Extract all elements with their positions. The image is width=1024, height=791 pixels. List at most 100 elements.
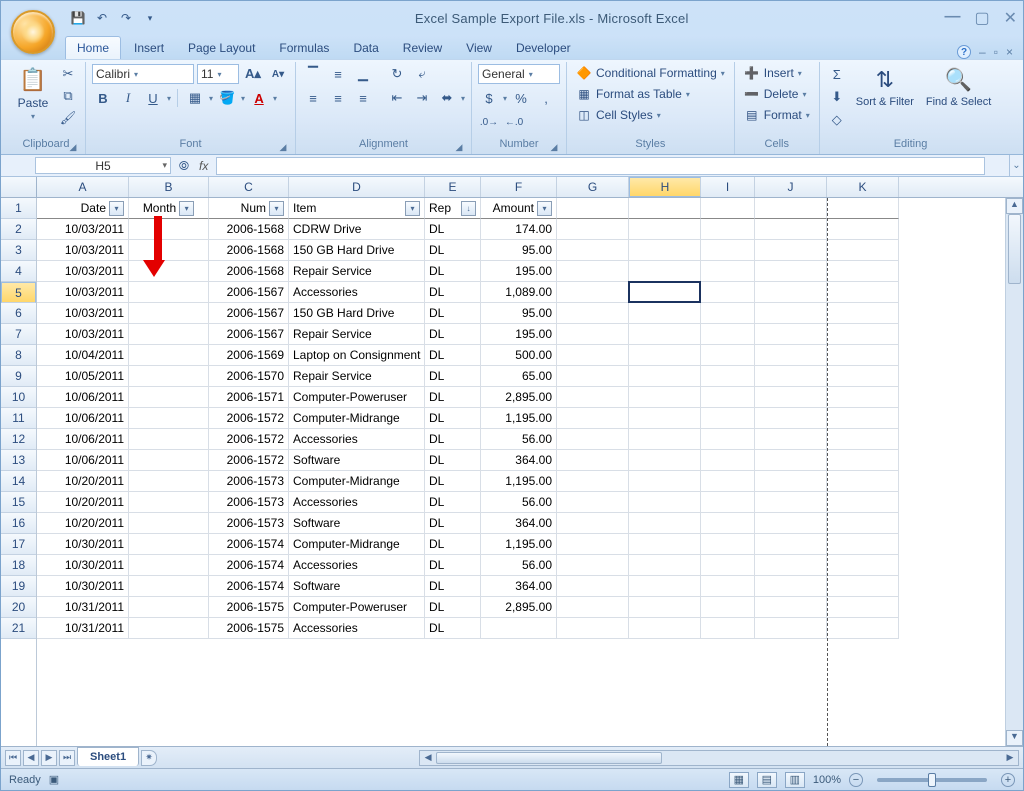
cell-I19[interactable]: [701, 576, 755, 597]
cell-D18[interactable]: Accessories: [289, 555, 425, 576]
cell-E19[interactable]: DL: [425, 576, 481, 597]
cell-A7[interactable]: 10/03/2011: [37, 324, 129, 345]
cell-J9[interactable]: [755, 366, 827, 387]
cell-C21[interactable]: 2006-1575: [209, 618, 289, 639]
increase-indent-icon[interactable]: ⇥: [411, 88, 433, 108]
cell-G15[interactable]: [557, 492, 629, 513]
first-sheet-icon[interactable]: ⏮: [5, 750, 21, 766]
cell-H21[interactable]: [629, 618, 701, 639]
row-header-21[interactable]: 21: [1, 618, 36, 639]
cell-D19[interactable]: Software: [289, 576, 425, 597]
cell-G21[interactable]: [557, 618, 629, 639]
cell-C3[interactable]: 2006-1568: [209, 240, 289, 261]
macro-record-icon[interactable]: ▣: [49, 773, 59, 786]
row-header-12[interactable]: 12: [1, 429, 36, 450]
cell-area[interactable]: Date▾Month▾Num▾Item▾Rep↓Amount▾10/03/201…: [37, 198, 1023, 746]
cell-J6[interactable]: [755, 303, 827, 324]
clear-icon[interactable]: ◇: [826, 110, 848, 130]
cell-H19[interactable]: [629, 576, 701, 597]
cell-J10[interactable]: [755, 387, 827, 408]
cell-I5[interactable]: [701, 282, 755, 303]
tab-view[interactable]: View: [455, 37, 503, 59]
column-headers[interactable]: ABCDEFGHIJK: [37, 177, 1023, 198]
cell-C10[interactable]: 2006-1571: [209, 387, 289, 408]
cell-D10[interactable]: Computer-Poweruser: [289, 387, 425, 408]
cell-D1[interactable]: Item▾: [289, 198, 425, 219]
close-button[interactable]: ✕: [1004, 8, 1017, 28]
cell-A19[interactable]: 10/30/2011: [37, 576, 129, 597]
copy-icon[interactable]: ⧉: [57, 86, 79, 106]
cell-E5[interactable]: DL: [425, 282, 481, 303]
cell-B8[interactable]: [129, 345, 209, 366]
cell-G8[interactable]: [557, 345, 629, 366]
cell-E2[interactable]: DL: [425, 219, 481, 240]
cell-K1[interactable]: [827, 198, 899, 219]
cell-D6[interactable]: 150 GB Hard Drive: [289, 303, 425, 324]
minimize-button[interactable]: —: [944, 8, 960, 28]
row-header-15[interactable]: 15: [1, 492, 36, 513]
layout-view-icon[interactable]: ▤: [757, 772, 777, 788]
row-header-19[interactable]: 19: [1, 576, 36, 597]
cell-F9[interactable]: 65.00: [481, 366, 557, 387]
row-header-1[interactable]: 1: [1, 198, 36, 219]
cell-I17[interactable]: [701, 534, 755, 555]
cell-J14[interactable]: [755, 471, 827, 492]
cell-A4[interactable]: 10/03/2011: [37, 261, 129, 282]
cell-C2[interactable]: 2006-1568: [209, 219, 289, 240]
cell-J16[interactable]: [755, 513, 827, 534]
cell-H5[interactable]: [629, 282, 701, 303]
fill-icon[interactable]: ⬇: [826, 87, 848, 107]
row-headers[interactable]: 123456789101112131415161718192021: [1, 198, 37, 746]
increase-decimal-icon[interactable]: .0→: [478, 112, 500, 132]
workbook-close-button[interactable]: ×: [1006, 45, 1013, 59]
tab-home[interactable]: Home: [65, 36, 121, 59]
cell-G3[interactable]: [557, 240, 629, 261]
cell-I12[interactable]: [701, 429, 755, 450]
cell-F11[interactable]: 1,195.00: [481, 408, 557, 429]
cell-J3[interactable]: [755, 240, 827, 261]
number-format-select[interactable]: General▾: [478, 64, 560, 84]
col-header-E[interactable]: E: [425, 177, 481, 197]
cell-F5[interactable]: 1,089.00: [481, 282, 557, 303]
cell-styles-button[interactable]: ◫Cell Styles▾: [573, 106, 664, 124]
col-header-A[interactable]: A: [37, 177, 129, 197]
cell-H17[interactable]: [629, 534, 701, 555]
cell-J19[interactable]: [755, 576, 827, 597]
cell-H10[interactable]: [629, 387, 701, 408]
decrease-indent-icon[interactable]: ⇤: [386, 88, 408, 108]
row-header-9[interactable]: 9: [1, 366, 36, 387]
cell-C12[interactable]: 2006-1572: [209, 429, 289, 450]
cell-D12[interactable]: Accessories: [289, 429, 425, 450]
filter-button-F[interactable]: ▾: [537, 201, 552, 216]
cell-A20[interactable]: 10/31/2011: [37, 597, 129, 618]
cell-I14[interactable]: [701, 471, 755, 492]
cell-C20[interactable]: 2006-1575: [209, 597, 289, 618]
cut-icon[interactable]: ✂: [57, 64, 79, 84]
align-middle-icon[interactable]: ≡: [327, 64, 349, 84]
cell-K5[interactable]: [827, 282, 899, 303]
col-header-I[interactable]: I: [701, 177, 755, 197]
cell-K21[interactable]: [827, 618, 899, 639]
cell-H2[interactable]: [629, 219, 701, 240]
cell-I6[interactable]: [701, 303, 755, 324]
cell-J18[interactable]: [755, 555, 827, 576]
formula-bar-expand-icon[interactable]: ⌄: [1009, 155, 1023, 176]
cell-D13[interactable]: Software: [289, 450, 425, 471]
borders-icon[interactable]: ▦: [184, 88, 206, 108]
cell-C11[interactable]: 2006-1572: [209, 408, 289, 429]
cell-D2[interactable]: CDRW Drive: [289, 219, 425, 240]
cell-H16[interactable]: [629, 513, 701, 534]
scroll-left-icon[interactable]: ◀: [420, 752, 436, 763]
cell-K10[interactable]: [827, 387, 899, 408]
cell-A13[interactable]: 10/06/2011: [37, 450, 129, 471]
number-launcher-icon[interactable]: ◢: [548, 142, 560, 154]
row-header-18[interactable]: 18: [1, 555, 36, 576]
col-header-F[interactable]: F: [481, 177, 557, 197]
cell-J11[interactable]: [755, 408, 827, 429]
cell-B7[interactable]: [129, 324, 209, 345]
row-header-3[interactable]: 3: [1, 240, 36, 261]
cell-G17[interactable]: [557, 534, 629, 555]
cell-D16[interactable]: Software: [289, 513, 425, 534]
cell-D20[interactable]: Computer-Poweruser: [289, 597, 425, 618]
sheet-tab-sheet1[interactable]: Sheet1: [77, 747, 139, 766]
